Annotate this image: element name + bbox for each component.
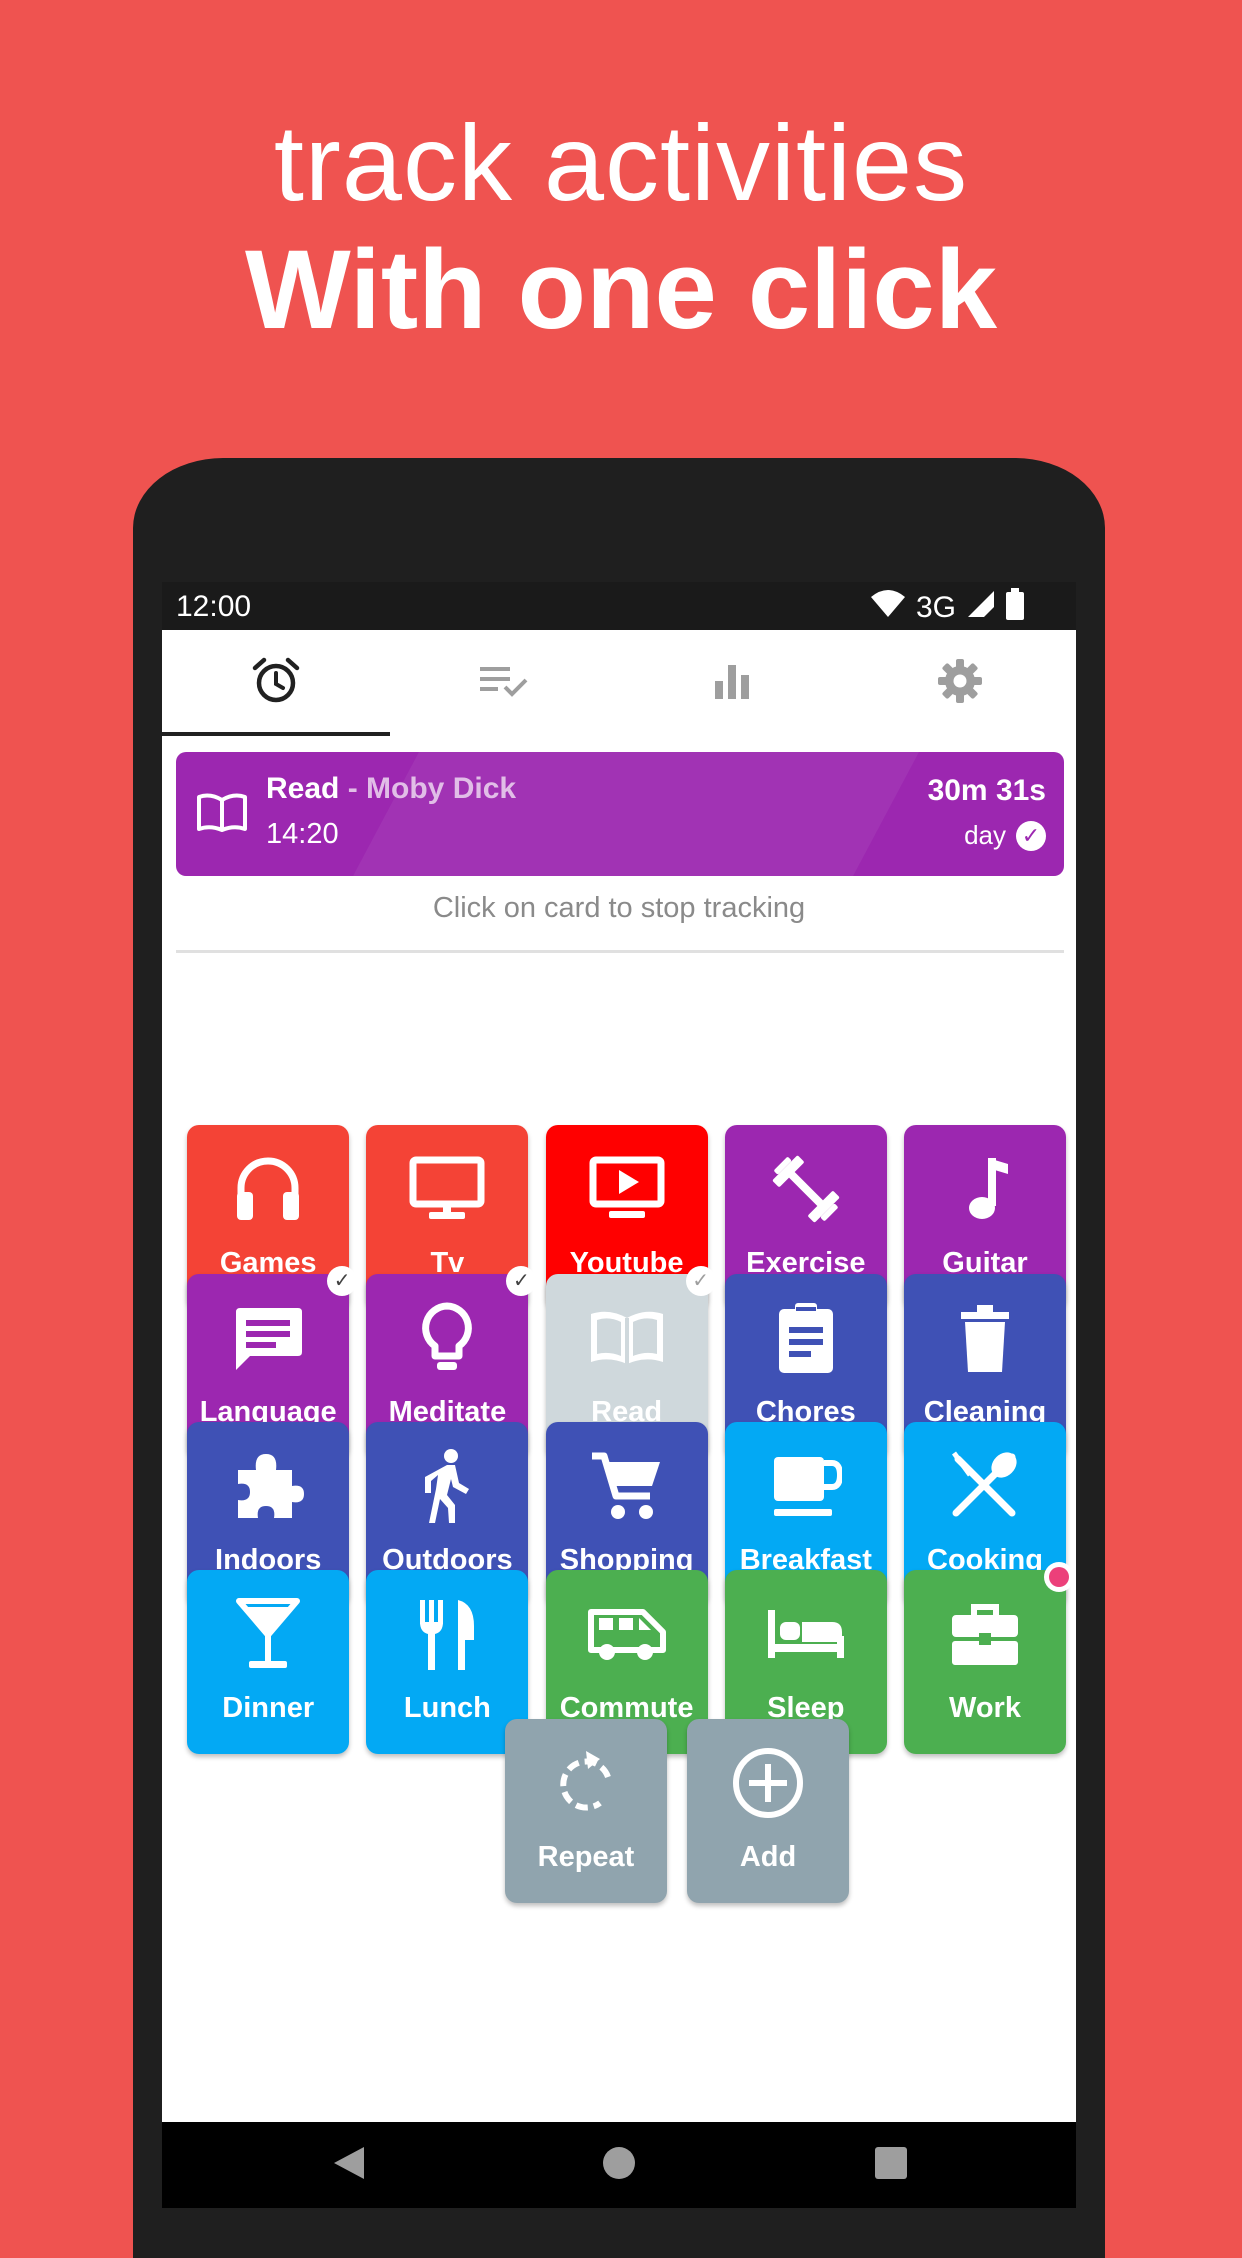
app-screen: 12:00 3G Read - Moby Dick 14:20 30m 31s … [162, 582, 1076, 2208]
status-time: 12:00 [176, 590, 252, 623]
signal-icon [966, 589, 996, 627]
system-nav-bar [162, 2122, 1076, 2208]
activity-tile-dinner[interactable]: Dinner [187, 1570, 350, 1755]
tracking-period: day ✓ [964, 820, 1046, 851]
add-circle-icon [687, 1743, 849, 1823]
van-icon [546, 1594, 708, 1674]
nav-home-button[interactable] [602, 2122, 636, 2208]
home-circle-icon [602, 2146, 636, 2185]
tracking-duration: 30m 31s [927, 774, 1046, 807]
back-triangle-icon [330, 2145, 366, 2186]
tile-label: Repeat [537, 1840, 635, 1873]
battery-icon [1006, 588, 1024, 628]
bar-chart-icon [712, 661, 752, 706]
monitor-icon [366, 1149, 528, 1229]
repeat-icon [505, 1743, 667, 1823]
card-highlight [353, 752, 919, 876]
wifi-icon [870, 589, 906, 627]
checklist-icon [478, 661, 530, 706]
stop-tracking-hint: Click on card to stop tracking [432, 892, 806, 924]
recents-square-icon [874, 2146, 908, 2185]
tracking-start-time: 14:20 [266, 818, 339, 850]
lightbulb-icon [366, 1298, 528, 1378]
check-badge-icon: ✓ [327, 1265, 358, 1296]
book-icon [196, 792, 248, 837]
bed-icon [725, 1594, 887, 1674]
tile-label: Add [739, 1840, 797, 1873]
tab-timer[interactable] [162, 630, 390, 736]
cocktail-glass-icon [187, 1594, 349, 1674]
action-tile-repeat[interactable]: Repeat [505, 1718, 667, 1903]
tile-label: Dinner [222, 1692, 315, 1725]
walking-person-icon [366, 1446, 528, 1526]
tracking-subtitle: Moby Dick [366, 772, 517, 805]
period-label: day [964, 820, 1006, 850]
tab-statistics[interactable] [618, 630, 846, 736]
network-type: 3G [915, 591, 956, 624]
activity-tile-lunch[interactable]: Lunch [366, 1570, 529, 1755]
shopping-cart-icon [546, 1446, 708, 1526]
headphones-icon [187, 1149, 349, 1229]
alarm-clock-icon [251, 656, 301, 711]
coffee-cup-icon [725, 1446, 887, 1526]
puzzle-icon [187, 1446, 349, 1526]
activity-tile-work[interactable]: Work [904, 1562, 1074, 1755]
tile-label: Work [949, 1692, 1021, 1725]
nav-recents-button[interactable] [874, 2122, 908, 2208]
clipboard-icon [725, 1298, 887, 1378]
status-bar: 12:00 3G [162, 582, 1076, 630]
book-icon [546, 1298, 708, 1378]
trash-icon [904, 1298, 1066, 1378]
notification-dot-icon [1044, 1562, 1074, 1593]
action-tile-add[interactable]: Add [687, 1718, 849, 1903]
tab-bar [162, 630, 1076, 736]
check-circle-icon: ✓ [1016, 820, 1046, 851]
music-note-icon [904, 1149, 1066, 1229]
tab-logs[interactable] [390, 630, 618, 736]
gear-icon [936, 657, 984, 710]
tab-settings[interactable] [846, 630, 1074, 736]
chat-bubble-icon [187, 1298, 349, 1378]
tile-label: Lunch [403, 1692, 491, 1725]
dumbbell-icon [725, 1149, 887, 1229]
divider [176, 950, 1064, 953]
check-badge-icon: ✓ [685, 1265, 716, 1296]
active-tracking-card[interactable]: Read - Moby Dick 14:20 30m 31s day ✓ [176, 752, 1064, 876]
tracking-activity: Read [266, 772, 340, 805]
tracking-separator: - [339, 772, 367, 805]
check-badge-icon: ✓ [506, 1265, 537, 1296]
fork-knife-icon [366, 1594, 528, 1674]
briefcase-icon [904, 1594, 1066, 1674]
utensils-crossed-icon [904, 1446, 1066, 1526]
nav-back-button[interactable] [330, 2122, 366, 2208]
youtube-play-icon [546, 1149, 708, 1229]
headline-line-2: With one click [244, 227, 997, 352]
headline-line-1: track activities [273, 102, 969, 223]
tracking-title: Read - Moby Dick [266, 772, 516, 806]
